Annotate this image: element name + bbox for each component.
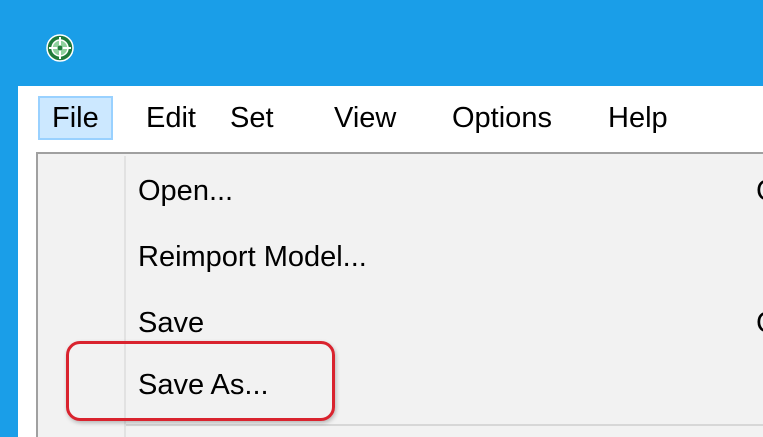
menu-item-label: Reimport Model... [138,241,367,273]
window-border [0,0,18,437]
menu-options[interactable]: Options [440,96,564,140]
menu-set[interactable]: Set [218,96,286,140]
menu-bar: File Edit Set View Options Help [18,86,763,152]
title-bar [0,0,763,86]
menu-edit[interactable]: Edit [134,96,208,140]
menu-item-label: Save [138,307,205,339]
menu-item-shortcut: C [756,166,763,216]
menu-separator [126,424,763,426]
menu-item-open[interactable]: Open... C [138,166,763,216]
menu-item-label: Open... [138,175,234,207]
menu-view[interactable]: View [322,96,408,140]
app-crosshair-icon[interactable] [46,34,74,62]
application-window: File Edit Set View Options Help Open... … [0,0,763,437]
menu-item-reimport-model[interactable]: Reimport Model... [138,232,763,282]
menu-help[interactable]: Help [596,96,680,140]
save-as-highlight-annotation [66,341,335,421]
menu-item-shortcut: C [756,298,763,348]
menu-file[interactable]: File [38,96,113,140]
